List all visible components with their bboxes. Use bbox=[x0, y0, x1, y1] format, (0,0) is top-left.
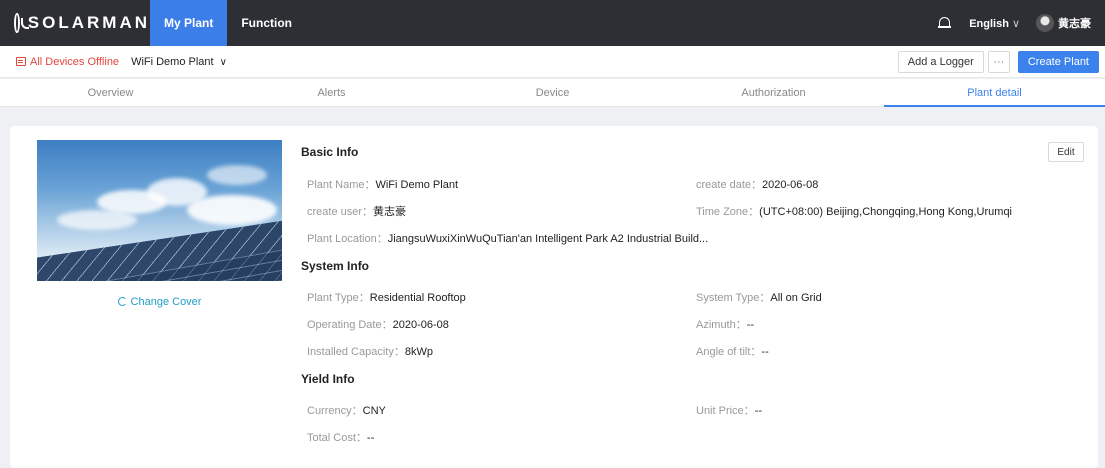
currency-value: CNY bbox=[362, 405, 386, 417]
system-type-value: All on Grid bbox=[770, 292, 822, 304]
field-unit-price: Unit Price：-- bbox=[696, 405, 763, 417]
field-create-user: create user：黄志豪 bbox=[307, 206, 407, 218]
field-total-cost: Total Cost：-- bbox=[307, 432, 375, 444]
top-bar: SOLARMAN My Plant Function English ∨ 黄志豪 bbox=[0, 0, 1105, 46]
create-user-value: 黄志豪 bbox=[373, 206, 407, 218]
offline-status-label: All Devices Offline bbox=[30, 55, 120, 68]
plant-selector[interactable]: WiFi Demo Plant ∨ bbox=[131, 56, 227, 68]
create-plant-button[interactable]: Create Plant bbox=[1017, 50, 1099, 73]
yield-info-title: Yield Info bbox=[301, 372, 355, 386]
plant-location-value: JiangsuWuxiXinWuQuTian'an Intelligent Pa… bbox=[387, 233, 709, 245]
azimuth-value: -- bbox=[746, 319, 755, 331]
field-installed-capacity: Installed Capacity：8kWp bbox=[307, 346, 433, 358]
language-label: English bbox=[969, 17, 1009, 30]
add-logger-button[interactable]: Add a Logger bbox=[897, 50, 984, 73]
solarman-logo-icon bbox=[14, 13, 29, 33]
nav-my-plant[interactable]: My Plant bbox=[150, 0, 228, 46]
field-plant-type: Plant Type：Residential Rooftop bbox=[307, 292, 466, 304]
plant-name-value: WiFi Demo Plant bbox=[375, 179, 459, 191]
basic-info-title: Basic Info bbox=[301, 145, 359, 159]
field-time-zone: Time Zone：(UTC+08:00) Beijing,Chongqing,… bbox=[696, 206, 1013, 218]
angle-of-tilt-value: -- bbox=[761, 346, 769, 358]
username[interactable]: 黄志豪 bbox=[1058, 15, 1091, 31]
device-offline-icon bbox=[16, 57, 26, 66]
tab-overview[interactable]: Overview bbox=[0, 79, 221, 106]
language-selector[interactable]: English ∨ bbox=[969, 17, 1020, 30]
tab-authorization[interactable]: Authorization bbox=[663, 79, 884, 106]
tab-plant-detail[interactable]: Plant detail bbox=[884, 79, 1105, 107]
field-system-type: System Type：All on Grid bbox=[696, 292, 822, 304]
create-date-value: 2020-06-08 bbox=[762, 179, 819, 191]
refresh-icon bbox=[117, 297, 127, 306]
change-cover-button[interactable]: Change Cover bbox=[37, 296, 282, 308]
field-azimuth: Azimuth：-- bbox=[696, 319, 755, 331]
avatar[interactable] bbox=[1036, 14, 1054, 32]
time-zone-value: (UTC+08:00) Beijing,Chongqing,Hong Kong,… bbox=[759, 206, 1013, 218]
plant-toolbar: All Devices Offline WiFi Demo Plant ∨ Add… bbox=[0, 46, 1105, 78]
content-background bbox=[0, 108, 1105, 126]
plant-detail-card: Change Cover Edit Basic Info Plant Name：… bbox=[10, 126, 1098, 468]
nav-function[interactable]: Function bbox=[227, 0, 306, 46]
field-plant-name: Plant Name：WiFi Demo Plant bbox=[307, 179, 459, 191]
chevron-down-icon: ∨ bbox=[1011, 17, 1020, 30]
field-angle-of-tilt: Angle of tilt：-- bbox=[696, 346, 769, 358]
plant-cover-image bbox=[37, 140, 282, 281]
operating-date-value: 2020-06-08 bbox=[392, 319, 449, 331]
brand-name: SOLARMAN bbox=[27, 13, 150, 32]
field-create-date: create date：2020-06-08 bbox=[696, 179, 819, 191]
tab-alerts[interactable]: Alerts bbox=[221, 79, 442, 106]
bell-icon[interactable] bbox=[938, 16, 952, 30]
plant-selector-label: WiFi Demo Plant bbox=[131, 55, 214, 68]
chevron-down-icon: ∨ bbox=[219, 56, 227, 68]
field-currency: Currency：CNY bbox=[307, 405, 386, 417]
change-cover-label: Change Cover bbox=[130, 296, 202, 308]
field-plant-location: Plant Location：JiangsuWuxiXinWuQuTian'an… bbox=[307, 233, 709, 245]
plant-tabs: Overview Alerts Device Authorization Pla… bbox=[0, 79, 1105, 107]
edit-button[interactable]: Edit bbox=[1048, 142, 1084, 162]
unit-price-value: -- bbox=[754, 405, 763, 417]
offline-status[interactable]: All Devices Offline bbox=[16, 56, 119, 68]
total-cost-value: -- bbox=[366, 432, 375, 444]
system-info-title: System Info bbox=[301, 259, 370, 273]
plant-type-value: Residential Rooftop bbox=[369, 292, 466, 304]
field-operating-date: Operating Date：2020-06-08 bbox=[307, 319, 449, 331]
tab-device[interactable]: Device bbox=[442, 79, 663, 106]
more-button[interactable]: ··· bbox=[987, 50, 1010, 73]
logo[interactable]: SOLARMAN bbox=[0, 0, 150, 46]
installed-capacity-value: 8kWp bbox=[404, 346, 433, 358]
